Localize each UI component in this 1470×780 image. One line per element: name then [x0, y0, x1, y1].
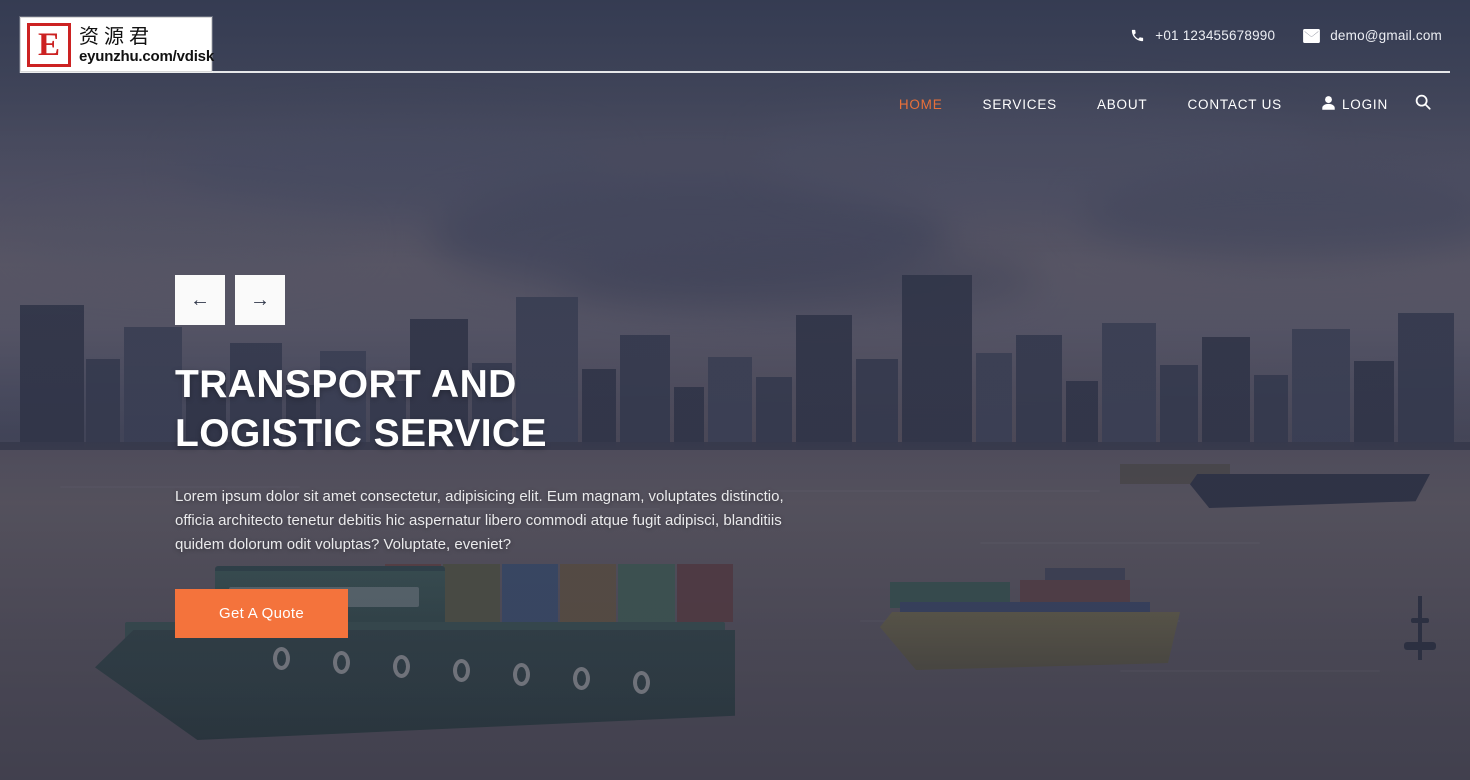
hero-section: +01 123455678990 demo@gmail.com E 资源君 ey… [0, 0, 1470, 780]
nav-item-services[interactable]: SERVICES [963, 87, 1077, 122]
hero-title-line-1: TRANSPORT AND [175, 363, 517, 406]
user-icon [1322, 95, 1335, 113]
nav-item-about[interactable]: ABOUT [1077, 87, 1168, 122]
contact-email[interactable]: demo@gmail.com [1303, 28, 1442, 43]
search-icon [1415, 94, 1431, 115]
nav-item-login[interactable]: LOGIN [1302, 86, 1406, 123]
hero-content: ← → TRANSPORT AND LOGISTIC SERVICE Lorem… [175, 275, 935, 639]
hero-description: Lorem ipsum dolor sit amet consectetur, … [175, 487, 784, 554]
slider-navigation: ← → [175, 275, 935, 325]
main-navigation: HOME SERVICES ABOUT CONTACT US LOGIN [0, 73, 1470, 135]
phone-number: +01 123455678990 [1155, 28, 1276, 43]
nav-item-contact-us[interactable]: CONTACT US [1167, 87, 1302, 122]
logo-chinese-name: 资源君 [79, 23, 154, 48]
logo-mark-letter: E [27, 22, 71, 67]
envelope-icon [1303, 28, 1321, 43]
login-label: LOGIN [1341, 96, 1388, 112]
hero-title: TRANSPORT AND LOGISTIC SERVICE [175, 361, 935, 459]
logo-url-text: eyunzhu.com/vdisk [79, 47, 214, 65]
search-button[interactable] [1406, 87, 1440, 121]
slider-next-button[interactable]: → [235, 275, 285, 325]
contact-phone[interactable]: +01 123455678990 [1130, 28, 1275, 43]
nav-item-home[interactable]: HOME [879, 87, 963, 122]
email-address: demo@gmail.com [1330, 28, 1442, 43]
get-a-quote-button[interactable]: Get A Quote [175, 589, 349, 639]
slider-prev-button[interactable]: ← [175, 275, 225, 325]
phone-icon [1130, 28, 1145, 43]
hero-title-line-2: LOGISTIC SERVICE [175, 411, 547, 455]
top-contact-bar: +01 123455678990 demo@gmail.com [0, 0, 1470, 71]
site-logo[interactable]: E 资源君 eyunzhu.com/vdisk [20, 17, 214, 72]
